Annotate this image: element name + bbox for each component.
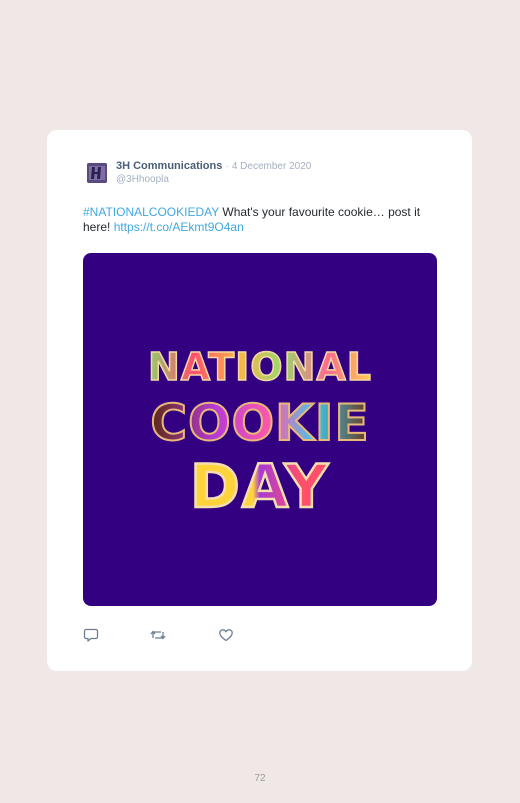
media-line-cookie: COOKIE bbox=[150, 394, 369, 452]
like-icon[interactable] bbox=[218, 627, 234, 643]
author-handle[interactable]: @3Hhoopla bbox=[116, 173, 169, 186]
hashtag-link[interactable]: #NATIONALCOOKIEDAY bbox=[83, 205, 219, 219]
author-date-separator: · bbox=[225, 161, 229, 172]
media-line-national: NATIONAL bbox=[148, 345, 372, 389]
tweet-author-line: 3H Communications · 4 December 2020 bbox=[116, 159, 311, 174]
page-number: 72 bbox=[254, 773, 266, 784]
tweet-text: #NATIONALCOOKIEDAY What's your favourite… bbox=[83, 205, 433, 235]
tweet-url-link[interactable]: https://t.co/AEkmt9O4an bbox=[114, 220, 244, 234]
reply-icon[interactable] bbox=[83, 627, 99, 643]
tweet-card: 3H Communications · 4 December 2020 @3Hh… bbox=[47, 130, 472, 671]
avatar[interactable] bbox=[87, 163, 107, 183]
retweet-icon[interactable] bbox=[150, 627, 166, 643]
tweet-media-image[interactable]: NATIONAL COOKIE DAY bbox=[83, 253, 437, 606]
author-name[interactable]: 3H Communications bbox=[116, 160, 222, 172]
media-line-day: DAY bbox=[190, 452, 330, 522]
tweet-date[interactable]: 4 December 2020 bbox=[232, 161, 312, 172]
